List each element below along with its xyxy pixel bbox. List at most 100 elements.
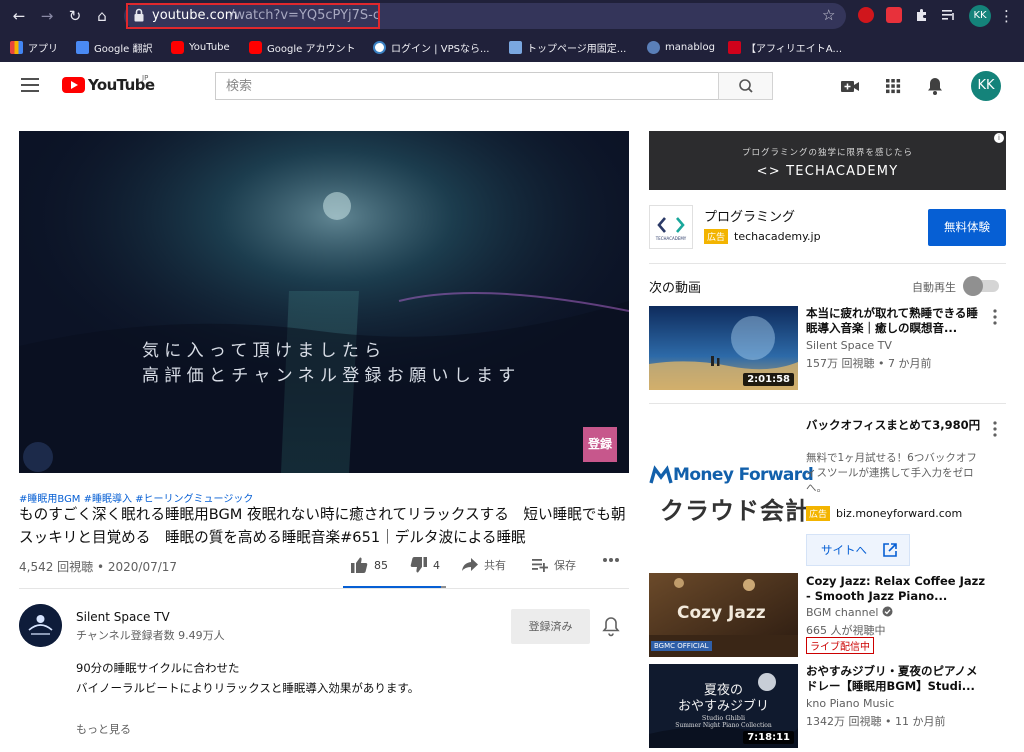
notifications-bell-icon[interactable] (924, 75, 946, 97)
recommendation-title[interactable]: Cozy Jazz: Relax Coffee Jazz - Smooth Ja… (806, 574, 986, 604)
recommendation-title[interactable]: 本当に疲れが取れて熟睡できる睡眠導入音楽｜癒しの瞑想音... (806, 306, 986, 336)
ad-title[interactable]: プログラミング (704, 206, 795, 225)
search-icon (739, 79, 753, 93)
bookmarks-bar: アプリ Google 翻訳 YouTube Google アカウント ログイン … (0, 32, 1024, 62)
bookmark-label: 【アフィリエイトA... (746, 43, 843, 55)
apps-grid-icon[interactable] (882, 75, 904, 97)
meta-divider (19, 588, 629, 589)
subscriber-count: チャンネル登録者数 9.49万人 (76, 629, 225, 642)
dislike-count: 4 (433, 558, 440, 572)
ad-title[interactable]: バックオフィスまとめて3,980円 (806, 418, 986, 433)
search-input[interactable] (216, 73, 718, 99)
bookmark-google-translate[interactable]: Google 翻訳 (76, 39, 152, 55)
bookmark-google-account[interactable]: Google アカウント (249, 39, 355, 55)
bookmark-manablog[interactable]: manablog (647, 39, 715, 55)
video-caption-line1: 気に入って頂けましたら (142, 341, 387, 361)
create-video-icon[interactable] (839, 75, 861, 97)
dislike-button[interactable]: 4 (410, 557, 440, 573)
thumbs-down-icon (410, 557, 427, 573)
add-to-playlist-icon (532, 559, 548, 572)
browser-toolbar: ← → ↻ ⌂ youtube.com /watch?v=YQ5cPYj7S-c… (0, 0, 1024, 32)
like-count: 85 (374, 558, 388, 572)
video-player[interactable]: 気に入って頂けましたら 高評価とチャンネル登録お願いします 登録 (19, 131, 629, 473)
ad-description: 無料で1ヶ月試せる！6つバックオフィスツールが連携して手入力をゼロへ。 (806, 452, 977, 494)
video-duration: 7:18:11 (743, 731, 794, 744)
reload-button[interactable]: ↻ (64, 5, 86, 27)
recommendation-divider (649, 403, 1006, 404)
forward-button[interactable]: → (36, 5, 58, 27)
ad-info-icon[interactable]: i (994, 133, 1004, 143)
techacademy-logo-icon (657, 217, 685, 233)
channel-avatar[interactable] (19, 604, 62, 647)
bookmark-top-page[interactable]: トップページ用固定... (509, 39, 626, 55)
channel-notification-bell-icon[interactable] (601, 615, 621, 637)
bookmark-label: Google アカウント (267, 43, 356, 55)
search-button[interactable] (718, 72, 773, 100)
autoplay-label: 自動再生 (912, 281, 956, 294)
media-queue-icon[interactable] (941, 7, 957, 23)
ad-divider (649, 263, 1006, 264)
up-next-heading: 次の動画 (649, 281, 702, 296)
extensions-puzzle-icon[interactable] (914, 7, 930, 23)
subscribed-button[interactable]: 登録済み (511, 609, 590, 644)
more-actions-button[interactable] (602, 557, 620, 563)
thumbnail-title-line: おやすみジブリ (677, 699, 769, 714)
menu-icon[interactable] (21, 78, 39, 92)
visit-site-label: サイトへ (821, 543, 867, 557)
user-avatar[interactable]: KK (971, 71, 1001, 101)
share-icon (462, 558, 478, 571)
ad-badge: 広告 (704, 229, 729, 244)
browser-profile-avatar[interactable]: KK (969, 5, 991, 27)
share-button[interactable]: 共有 (462, 557, 506, 573)
ad-advertiser-logo[interactable]: TECHACADEMY (649, 205, 693, 249)
recommendation-channel-row[interactable]: BGM channel (806, 606, 893, 619)
youtube-logo[interactable]: YouTube JP (62, 74, 155, 96)
ad-domain-row: 広告 biz.moneyforward.com (806, 506, 962, 521)
home-button[interactable]: ⌂ (91, 5, 113, 27)
view-count-date: 4,542 回視聴 • 2020/07/17 (19, 560, 178, 574)
back-button[interactable]: ← (8, 5, 30, 27)
more-horizontal-icon (603, 558, 619, 562)
recommendation-meta: 665 人が視聴中 (806, 624, 886, 637)
ad-more-icon[interactable] (990, 420, 1000, 438)
bookmark-youtube[interactable]: YouTube (171, 39, 230, 55)
channel-watermark[interactable] (23, 442, 53, 472)
recommendation-thumbnail[interactable]: 夏夜の おやすみジブリ Studio Ghibli Summer Night P… (649, 664, 798, 748)
extension-red-icon[interactable] (858, 7, 874, 23)
bookmark-star-icon[interactable]: ☆ (822, 6, 835, 24)
recommendation-title[interactable]: おやすみジブリ・夏夜のピアノメドレー【睡眠用BGM】Studi... (806, 664, 986, 694)
bookmark-affiliate[interactable]: 【アフィリエイトA... (728, 39, 842, 55)
bookmark-apps[interactable]: アプリ (10, 39, 58, 55)
channel-name[interactable]: Silent Space TV (76, 610, 170, 624)
external-link-icon (883, 543, 897, 557)
recommendation-more-icon[interactable] (990, 308, 1000, 326)
recommendation-thumbnail[interactable]: Cozy Jazz BGMC OFFICIAL (649, 573, 798, 657)
bookmark-label: アプリ (28, 43, 58, 55)
description-line: バイノーラルビートによりリラックスと睡眠導入効果があります。 (76, 681, 420, 695)
video-caption-line2: 高評価とチャンネル登録お願いします (142, 366, 521, 386)
subscribe-watermark-button[interactable]: 登録 (583, 427, 617, 462)
apps-grid-icon (10, 40, 23, 54)
vps-icon (373, 40, 386, 54)
visit-site-button[interactable]: サイトへ (806, 534, 910, 566)
show-more-link[interactable]: もっと見る (76, 721, 131, 737)
video-frame (19, 131, 629, 473)
thumbnail-badge: BGMC OFFICIAL (651, 641, 712, 651)
save-button[interactable]: 保存 (532, 557, 576, 573)
recommendation-channel[interactable]: Silent Space TV (806, 339, 892, 352)
ad-badge: 広告 (806, 506, 831, 521)
browser-menu-icon[interactable]: ⋮ (999, 5, 1014, 27)
recommendation-thumbnail[interactable]: 2:01:58 (649, 306, 798, 390)
like-button[interactable]: 85 (351, 557, 388, 573)
ad-banner[interactable]: プログラミングの独学に限界を感じたら <> TECHACADEMY (649, 131, 1006, 190)
autoplay-toggle-knob[interactable] (963, 276, 983, 296)
free-trial-button[interactable]: 無料体験 (928, 209, 1006, 246)
ad-banner-brand: <> TECHACADEMY (756, 164, 899, 179)
bookmark-vps-login[interactable]: ログイン | VPSなら... (373, 39, 489, 55)
extension-bookmark-icon[interactable] (886, 7, 902, 23)
recommendation-channel[interactable]: kno Piano Music (806, 697, 894, 710)
bird-icon (647, 40, 660, 54)
moneyforward-product: クラウド会計 (660, 497, 810, 525)
thumbnail-subtitle-line: Studio Ghibli (701, 714, 746, 722)
youtube-header: YouTube JP KK (0, 62, 1024, 109)
